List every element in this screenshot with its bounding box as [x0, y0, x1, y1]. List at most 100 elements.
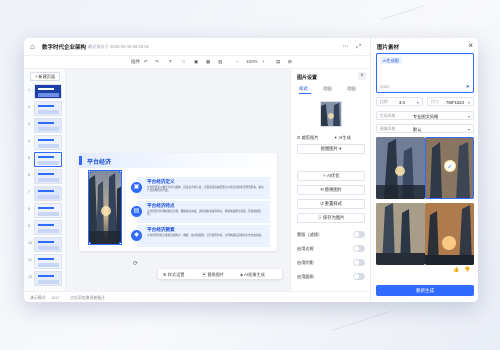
page-thumbnail[interactable]: 4	[28, 135, 64, 150]
chevron-down-icon: ▾	[467, 99, 470, 105]
thumbnail-preview[interactable]	[34, 152, 62, 167]
thumbnail-preview[interactable]	[34, 169, 62, 184]
result-image[interactable]	[376, 203, 425, 265]
text-tool-button[interactable]: T	[169, 59, 172, 64]
page-thumbnail[interactable]: 5	[28, 152, 64, 167]
prompt-input[interactable]: AI生成图 0/500 ➤	[376, 53, 474, 93]
tab-animation-2[interactable]: 动画	[347, 86, 356, 92]
save-as-image-button[interactable]: ⇩ 保存为图片	[297, 213, 365, 223]
ai-generate-button[interactable]: ✦ AI生成	[334, 135, 351, 141]
rotate-icon[interactable]: ⟳	[133, 260, 138, 267]
page-thumbnail[interactable]: 12	[28, 271, 64, 286]
thumbnail-preview[interactable]	[34, 203, 62, 218]
close-icon[interactable]: ×	[358, 72, 366, 80]
replace-image-button[interactable]: ▣ 替换图片	[202, 272, 224, 278]
mask-toggle[interactable]	[353, 231, 365, 238]
slide-title[interactable]: 平台经济	[87, 157, 111, 166]
result-image-selected[interactable]: ✓	[425, 137, 474, 199]
thumbnail-band	[38, 105, 54, 107]
redo-icon[interactable]: ↷	[155, 59, 159, 65]
style-settings-button[interactable]: ⊞ 样式设置	[163, 272, 184, 278]
image-style-select[interactable]: 图像风格 默认 ▾	[376, 124, 474, 133]
speaker-notes[interactable]: 点击添加演讲者备注	[70, 295, 105, 301]
thumbs-up-icon[interactable]: 👍	[453, 267, 459, 273]
presentation-mode[interactable]: 演示模式	[30, 295, 46, 301]
thumbnail-band	[38, 241, 54, 243]
tab-animation[interactable]: 动画	[323, 86, 332, 92]
style-select[interactable]: 生成风格 专业图文风格 ▾	[376, 111, 474, 120]
grid-icon[interactable]: ⊞	[288, 59, 292, 65]
info-card[interactable]: ▤ 平台经济特点 平台经济具有网络效应显著、数据驱动决策、边际成本递减等特点，能…	[131, 201, 270, 223]
ai-matting-button[interactable]: ◈ AI抠像生成	[240, 272, 265, 278]
shadow-toggle[interactable]	[353, 259, 365, 266]
window-actions[interactable]: ⋯ ⤢	[343, 43, 364, 51]
page-thumbnail[interactable]: 3	[28, 118, 64, 133]
border-toggle[interactable]	[353, 245, 365, 252]
shape-icon[interactable]: □	[182, 59, 185, 64]
page-thumbnail[interactable]: 7	[28, 186, 64, 201]
slide[interactable]: 平台经济 ▣ 平台经济定义 平台经济是以数字平台为载体，连接多方参与者，实现资源…	[79, 153, 277, 251]
thumbnail-preview[interactable]	[34, 220, 62, 235]
resize-handle[interactable]	[89, 242, 91, 244]
page-thumbnail[interactable]: 6	[28, 169, 64, 184]
image-preview[interactable]	[320, 101, 342, 127]
ai-optimize-button[interactable]: ✧ AI优化	[297, 171, 365, 181]
thumbnail-preview[interactable]	[34, 271, 62, 286]
thumbnail-preview[interactable]	[34, 254, 62, 269]
page-thumbnail[interactable]: 11	[28, 254, 64, 269]
info-card[interactable]: ▣ 平台经济定义 平台经济是以数字平台为载体，连接多方参与者，实现资源高效配置与…	[131, 177, 270, 199]
zoom-in-icon[interactable]: +	[262, 59, 265, 64]
thumbnail-preview[interactable]	[34, 84, 62, 99]
insert-button[interactable]: 插件	[131, 59, 140, 65]
radius-toggle[interactable]	[353, 273, 365, 280]
page-thumbnail[interactable]: 10	[28, 237, 64, 252]
chart-icon[interactable]: ▥	[218, 59, 222, 65]
matting-image-dropdown[interactable]: 抠图图片 ▾	[297, 144, 365, 154]
page-thumbnail[interactable]: 2	[28, 101, 64, 116]
page-number: 12	[28, 275, 33, 279]
thumbs-down-icon[interactable]: 👎	[464, 267, 470, 273]
image-icon[interactable]: ▣	[194, 59, 198, 65]
result-image[interactable]	[376, 137, 425, 199]
card-title: 平台经济要素	[147, 227, 175, 232]
page-thumbnail[interactable]: 1	[28, 84, 64, 99]
result-image[interactable]	[425, 203, 474, 265]
slide-photo[interactable]	[88, 170, 122, 245]
zoom-out-icon[interactable]: −	[236, 59, 239, 64]
send-icon[interactable]: ➤	[466, 84, 470, 90]
replace-image-button-2[interactable]: ⟲ 替换图片	[297, 185, 365, 195]
page-thumbnail[interactable]: 8	[28, 203, 64, 218]
zoom-level[interactable]: 100%	[246, 59, 258, 64]
thumbnail-preview[interactable]	[34, 237, 62, 252]
chevron-down-icon: ▾	[416, 99, 419, 105]
crop-image-button[interactable]: ⊡ 裁剪图片	[297, 135, 318, 141]
home-icon[interactable]: ⌂	[30, 42, 39, 51]
tab-style[interactable]: 样式	[299, 86, 308, 92]
regenerate-button[interactable]: 重新生成	[376, 285, 474, 296]
thumbnail-band	[38, 122, 54, 124]
reset-style-button[interactable]: ↺ 重置样式	[297, 199, 365, 209]
info-card[interactable]: ◆ 平台经济要素 平台经济的核心要素包括用户、数据、技术和规则，它们相互作用，共…	[131, 225, 270, 247]
thumbnail-preview[interactable]	[34, 135, 62, 150]
new-page-button[interactable]: + 新建页面	[30, 72, 60, 81]
page-thumbnail[interactable]: 9	[28, 220, 64, 235]
page-number: 11	[28, 258, 32, 262]
ratio-select[interactable]: 比例 3:4 ▾	[376, 97, 423, 106]
slide-canvas[interactable]: 平台经济 ▣ 平台经济定义 平台经济是以数字平台为载体，连接多方参与者，实现资源…	[66, 69, 290, 291]
close-icon[interactable]: ×	[468, 41, 473, 50]
thumbnail-preview[interactable]	[34, 118, 62, 133]
char-count: 0/500	[380, 85, 390, 89]
layout-icon[interactable]: ▤	[276, 59, 280, 65]
ai-image-chip[interactable]: AI生成图	[380, 57, 402, 64]
document-title[interactable]: 数字时代企业架构	[42, 43, 86, 51]
resize-handle[interactable]	[119, 171, 121, 173]
page-number: 2	[28, 105, 31, 109]
thumbnail-preview[interactable]	[34, 101, 62, 116]
size-select[interactable]: 尺寸 768*1024 ▾	[427, 97, 474, 106]
resize-handle[interactable]	[119, 242, 121, 244]
resize-handle[interactable]	[89, 171, 91, 173]
toggle-label: 启用阴影	[297, 260, 314, 265]
thumbnail-preview[interactable]	[34, 186, 62, 201]
table-icon[interactable]: ▦	[206, 59, 210, 65]
undo-icon[interactable]: ↶	[144, 59, 148, 65]
